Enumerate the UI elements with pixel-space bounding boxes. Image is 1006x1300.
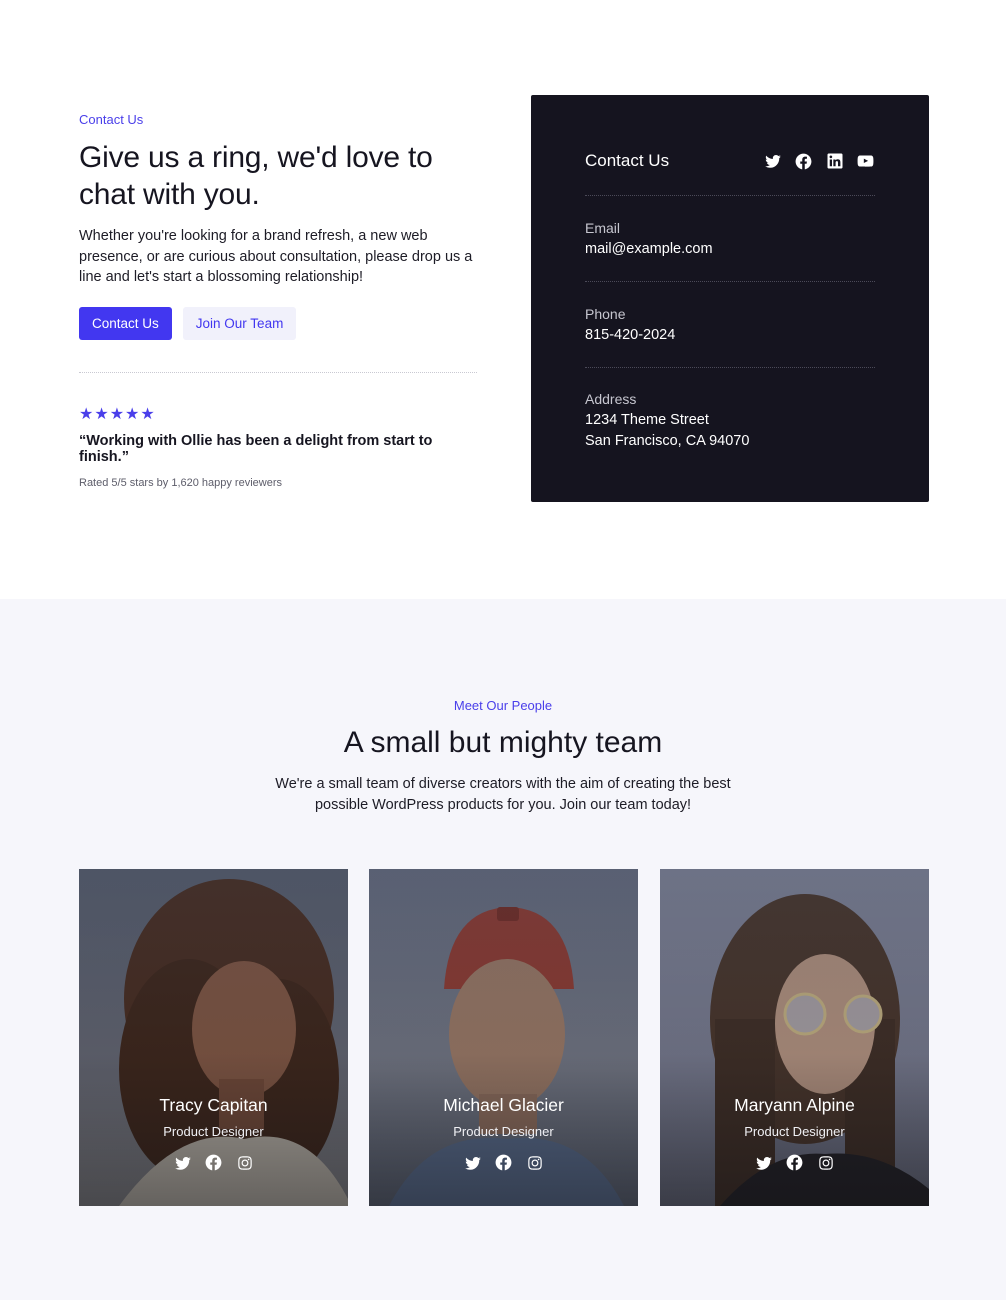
contact-us-button[interactable]: Contact Us: [79, 306, 172, 340]
join-team-button[interactable]: Join Our Team: [182, 306, 297, 340]
member-info: Maryann Alpine Product Designer: [660, 1095, 929, 1172]
member-social-links: [660, 1153, 929, 1172]
instagram-icon[interactable]: [816, 1153, 835, 1172]
member-role: Product Designer: [163, 1124, 264, 1139]
team-eyebrow: Meet Our People: [453, 698, 553, 713]
linkedin-icon[interactable]: [825, 152, 844, 171]
team-member-card: Michael Glacier Product Designer: [369, 869, 638, 1206]
instagram-icon[interactable]: [525, 1153, 544, 1172]
email-block: Email mail@example.com: [585, 196, 875, 281]
member-name: Michael Glacier: [443, 1095, 564, 1115]
card-social-links: [763, 152, 875, 171]
phone-label: Phone: [585, 306, 626, 322]
rating-caption: Rated 5/5 stars by 1,620 happy reviewers: [79, 476, 283, 489]
facebook-icon[interactable]: [204, 1153, 223, 1172]
team-lead: We're a small team of diverse creators w…: [275, 776, 731, 813]
member-name: Tracy Capitan: [159, 1095, 268, 1115]
twitter-icon[interactable]: [173, 1153, 192, 1172]
member-social-links: [369, 1153, 638, 1172]
address-block: Address 1234 Theme Street San Francisco,…: [585, 368, 875, 453]
address-line-1: 1234 Theme Street: [585, 412, 709, 428]
email-value[interactable]: mail@example.com: [585, 239, 875, 260]
card-header: Contact Us: [585, 95, 875, 195]
team-title: A small but mighty team: [343, 726, 663, 759]
team-section: Meet Our People A small but mighty team …: [0, 599, 1006, 1300]
address-line-2: San Francisco, CA 94070: [585, 433, 750, 449]
phone-value[interactable]: 815-420-2024: [585, 325, 875, 346]
member-name: Maryann Alpine: [734, 1095, 855, 1115]
divider: [79, 371, 477, 373]
twitter-icon[interactable]: [763, 152, 782, 171]
member-info: Michael Glacier Product Designer: [369, 1095, 638, 1172]
twitter-icon[interactable]: [754, 1153, 773, 1172]
contact-intro: Contact Us Give us a ring, we'd love to …: [79, 112, 479, 489]
email-label: Email: [585, 220, 621, 236]
youtube-icon[interactable]: [856, 152, 875, 171]
member-role: Product Designer: [453, 1124, 554, 1139]
team-member-card: Tracy Capitan Product Designer: [79, 869, 348, 1206]
team-member-card: Maryann Alpine Product Designer: [660, 869, 929, 1206]
contact-lead: Whether you're looking for a brand refre…: [79, 228, 473, 285]
phone-block: Phone 815-420-2024: [585, 282, 875, 367]
member-info: Tracy Capitan Product Designer: [79, 1095, 348, 1172]
instagram-icon[interactable]: [235, 1153, 254, 1172]
address-label: Address: [585, 391, 637, 407]
contact-buttons: Contact Us Join Our Team: [79, 306, 479, 340]
twitter-icon[interactable]: [463, 1153, 482, 1172]
member-social-links: [79, 1153, 348, 1172]
contact-card: Contact Us Email mail@example.com Phone …: [531, 95, 929, 502]
star-rating: ★★★★★: [79, 405, 156, 423]
contact-headline: Give us a ring, we'd love to chat with y…: [79, 141, 433, 211]
contact-section: Contact Us Give us a ring, we'd love to …: [0, 0, 1006, 599]
card-title: Contact Us: [585, 151, 670, 170]
facebook-icon[interactable]: [785, 1153, 804, 1172]
facebook-icon[interactable]: [794, 152, 813, 171]
member-role: Product Designer: [744, 1124, 845, 1139]
testimonial-quote: “Working with Ollie has been a delight f…: [79, 432, 433, 465]
contact-eyebrow: Contact Us: [79, 112, 144, 127]
facebook-icon[interactable]: [494, 1153, 513, 1172]
